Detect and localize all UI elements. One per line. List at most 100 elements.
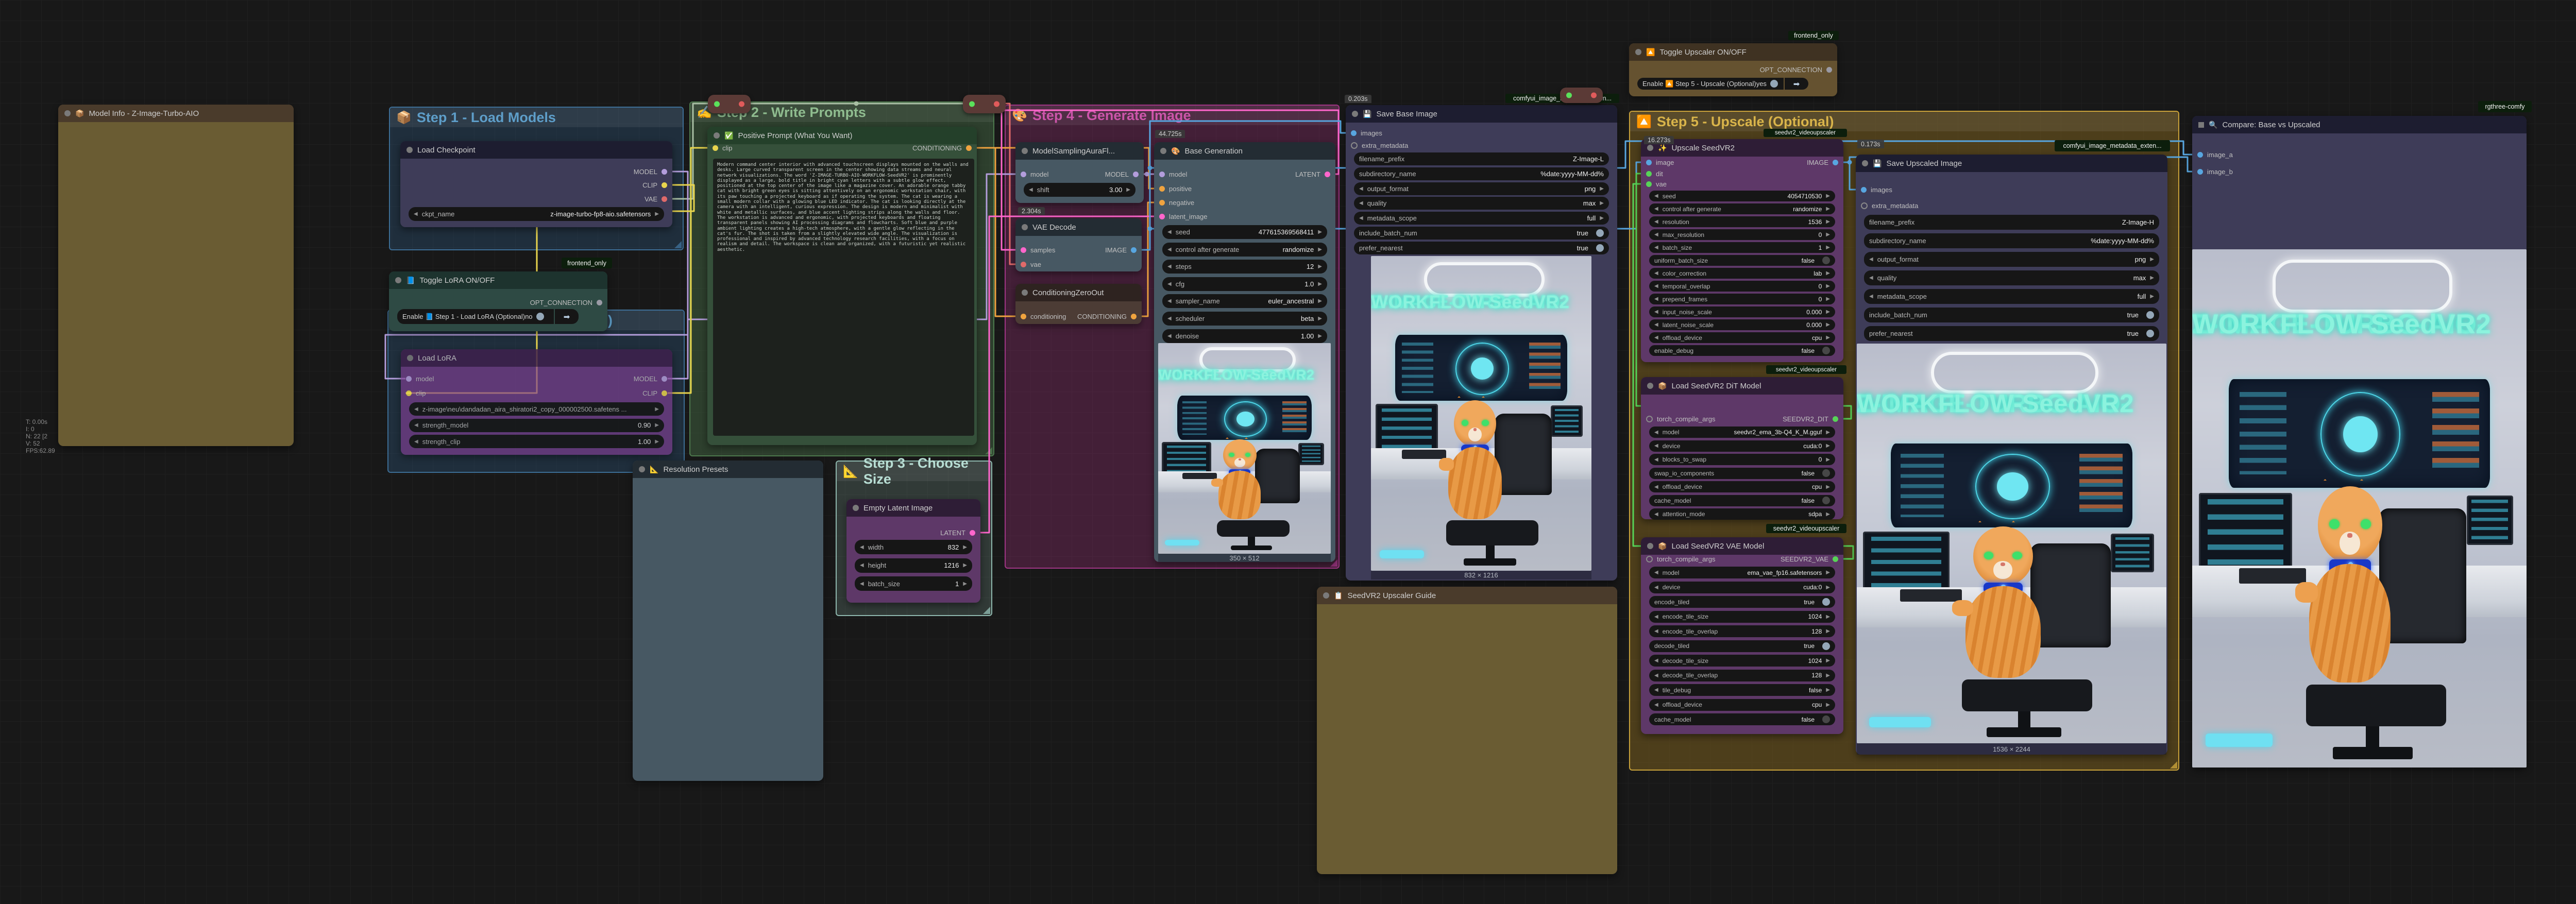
group-resize-handle[interactable] <box>983 607 990 614</box>
increment-arrow-icon[interactable]: ▶ <box>1826 322 1830 328</box>
node-header[interactable]: Load Checkpoint <box>400 141 672 159</box>
node-model-info-note[interactable]: 📦Model Info - Z-Image-Turbo-AIO <box>58 105 294 446</box>
collapse-dot-icon[interactable] <box>1022 224 1028 230</box>
output-port-LATENT[interactable]: LATENT <box>1295 170 1330 178</box>
widget-model[interactable]: ◀modelseedvr2_ema_3b-Q4_K_M.gguf▶ <box>1649 427 1835 438</box>
port-dot-icon[interactable] <box>662 182 667 188</box>
node-conditioning-zero-out[interactable]: ConditioningZeroOutconditioningCONDITION… <box>1015 284 1142 324</box>
increment-arrow-icon[interactable]: ▶ <box>963 562 967 568</box>
widget-decode_tile_overlap[interactable]: ◀decode_tile_overlap128▶ <box>1649 670 1835 681</box>
toggle-circle[interactable] <box>1822 257 1830 264</box>
widget-cache_model[interactable]: cache_modelfalse <box>1649 495 1835 506</box>
increment-arrow-icon[interactable]: ▶ <box>1826 296 1830 302</box>
port-dot-icon[interactable] <box>1021 314 1026 319</box>
port-dot-icon[interactable] <box>406 390 412 396</box>
increment-arrow-icon[interactable]: ▶ <box>1826 206 1830 212</box>
increment-arrow-icon[interactable]: ▶ <box>1126 187 1130 193</box>
input-dot-icon[interactable] <box>1566 93 1572 98</box>
decrement-arrow-icon[interactable]: ◀ <box>1654 614 1658 620</box>
widget-device[interactable]: ◀devicecuda:0▶ <box>1649 582 1835 593</box>
group-resize-handle[interactable] <box>674 241 682 248</box>
decrement-arrow-icon[interactable]: ◀ <box>1654 687 1658 693</box>
increment-arrow-icon[interactable]: ▶ <box>2150 294 2154 299</box>
widget-sampler_name[interactable]: ◀sampler_nameeuler_ancestral▶ <box>1162 294 1327 308</box>
node-toggle-upscaler[interactable]: 🔼Toggle Upscaler ON/OFFOPT_CONNECTIONEna… <box>1629 43 1837 96</box>
widget-offload_device[interactable]: ◀offload_devicecpu▶ <box>1649 699 1835 711</box>
increment-arrow-icon[interactable]: ▶ <box>1600 215 1604 221</box>
collapse-dot-icon[interactable] <box>853 505 859 511</box>
increment-arrow-icon[interactable]: ▶ <box>1826 309 1830 315</box>
node-load-lora[interactable]: Load LoRAmodelclipMODELCLIP◀z-image\neu\… <box>401 349 672 455</box>
collapse-dot-icon[interactable] <box>407 355 413 361</box>
decrement-arrow-icon[interactable]: ◀ <box>1167 281 1172 287</box>
node-header[interactable]: 📋SeedVR2 Upscaler Guide <box>1317 587 1617 604</box>
input-port-vae[interactable]: vae <box>1021 260 1041 268</box>
node-header[interactable]: 🎨Base Generation <box>1154 142 1335 160</box>
collapse-dot-icon[interactable] <box>1647 145 1653 151</box>
increment-arrow-icon[interactable]: ▶ <box>1826 702 1830 708</box>
output-port-IMAGE[interactable]: IMAGE <box>1807 158 1838 166</box>
collapse-dot-icon[interactable] <box>1352 111 1358 117</box>
output-port-CONDITIONING[interactable]: CONDITIONING <box>912 144 972 152</box>
collapse-dot-icon[interactable] <box>1647 383 1653 389</box>
input-dot-icon[interactable] <box>969 101 975 107</box>
decrement-arrow-icon[interactable]: ◀ <box>860 581 864 587</box>
widget-temporal_overlap[interactable]: ◀temporal_overlap0▶ <box>1649 281 1835 292</box>
decrement-arrow-icon[interactable]: ◀ <box>1654 206 1658 212</box>
input-port-torch_compile_args[interactable]: torch_compile_args <box>1646 415 1715 423</box>
node-header[interactable]: Empty Latent Image <box>846 499 980 517</box>
port-dot-icon[interactable] <box>662 196 667 202</box>
increment-arrow-icon[interactable]: ▶ <box>1318 264 1322 269</box>
decrement-arrow-icon[interactable]: ◀ <box>1167 264 1172 269</box>
increment-arrow-icon[interactable]: ▶ <box>655 211 659 217</box>
increment-arrow-icon[interactable]: ▶ <box>1826 570 1830 575</box>
port-dot-icon[interactable] <box>1646 160 1652 165</box>
increment-arrow-icon[interactable]: ▶ <box>1826 484 1830 490</box>
port-dot-icon[interactable] <box>1131 247 1137 253</box>
node-model-sampling[interactable]: ModelSamplingAuraFl...modelMODEL◀shift3.… <box>1015 142 1144 203</box>
port-dot-icon[interactable] <box>1646 416 1653 422</box>
widget-control-after-generate[interactable]: ◀control after generaterandomize▶ <box>1162 243 1327 257</box>
collapse-dot-icon[interactable] <box>1022 148 1028 154</box>
input-port-vae[interactable]: vae <box>1646 180 1667 188</box>
port-dot-icon[interactable] <box>966 145 972 151</box>
decrement-arrow-icon[interactable]: ◀ <box>1654 673 1658 678</box>
decrement-arrow-icon[interactable]: ◀ <box>1654 457 1658 463</box>
widget-offload_device[interactable]: ◀offload_devicecpu▶ <box>1649 332 1835 343</box>
port-dot-icon[interactable] <box>2197 152 2203 158</box>
node-header[interactable]: Load LoRA <box>401 349 672 367</box>
port-dot-icon[interactable] <box>1159 186 1165 192</box>
decrement-arrow-icon[interactable]: ◀ <box>1654 270 1658 276</box>
increment-arrow-icon[interactable]: ▶ <box>1826 245 1830 250</box>
toggle-circle[interactable] <box>1596 244 1604 252</box>
port-dot-icon[interactable] <box>1159 214 1165 219</box>
increment-arrow-icon[interactable]: ▶ <box>1318 229 1322 235</box>
widget-scheduler[interactable]: ◀schedulerbeta▶ <box>1162 312 1327 326</box>
decrement-arrow-icon[interactable]: ◀ <box>1654 309 1658 315</box>
decrement-arrow-icon[interactable]: ◀ <box>1654 585 1658 590</box>
node-vae-decode[interactable]: VAE DecodesamplesvaeIMAGE <box>1015 218 1142 271</box>
group-title[interactable]: 🔼Step 5 - Upscale (Optional) <box>1630 112 2178 131</box>
widget-input_noise_scale[interactable]: ◀input_noise_scale0.000▶ <box>1649 306 1835 317</box>
increment-arrow-icon[interactable]: ▶ <box>1318 298 1322 304</box>
widget-batch_size[interactable]: ◀batch_size1▶ <box>855 576 972 591</box>
input-dot-icon[interactable] <box>714 101 720 107</box>
widget-encode_tile_size[interactable]: ◀encode_tile_size1024▶ <box>1649 611 1835 623</box>
widget-subdirectory_name[interactable]: subdirectory_name%date:yyyy-MM-dd% <box>1864 233 2159 248</box>
node-header[interactable]: 📦Load SeedVR2 DiT Model <box>1641 377 1843 395</box>
decrement-arrow-icon[interactable]: ◀ <box>1167 298 1172 304</box>
node-header[interactable]: ✅Positive Prompt (What You Want) <box>707 127 977 144</box>
node-header[interactable]: 📦Model Info - Z-Image-Turbo-AIO <box>58 105 294 122</box>
jump-arrow-button[interactable]: ➡ <box>555 309 579 324</box>
decrement-arrow-icon[interactable]: ◀ <box>414 422 418 428</box>
widget-enable-row[interactable]: Enable 🔼 Step 5 - Upscale (Optional)yes➡ <box>1637 78 1808 90</box>
toggle-circle[interactable] <box>1822 715 1830 723</box>
increment-arrow-icon[interactable]: ▶ <box>2150 257 2154 262</box>
widget-seed[interactable]: ◀seed4054710530▶ <box>1649 191 1835 201</box>
increment-arrow-icon[interactable]: ▶ <box>1826 585 1830 590</box>
output-port-CLIP[interactable]: CLIP <box>642 181 667 189</box>
port-dot-icon[interactable] <box>2197 169 2203 175</box>
output-port-MODEL[interactable]: MODEL <box>634 167 667 176</box>
node-header[interactable]: 💾Save Upscaled Image <box>1856 155 2167 172</box>
enable-toggle[interactable] <box>536 313 544 320</box>
